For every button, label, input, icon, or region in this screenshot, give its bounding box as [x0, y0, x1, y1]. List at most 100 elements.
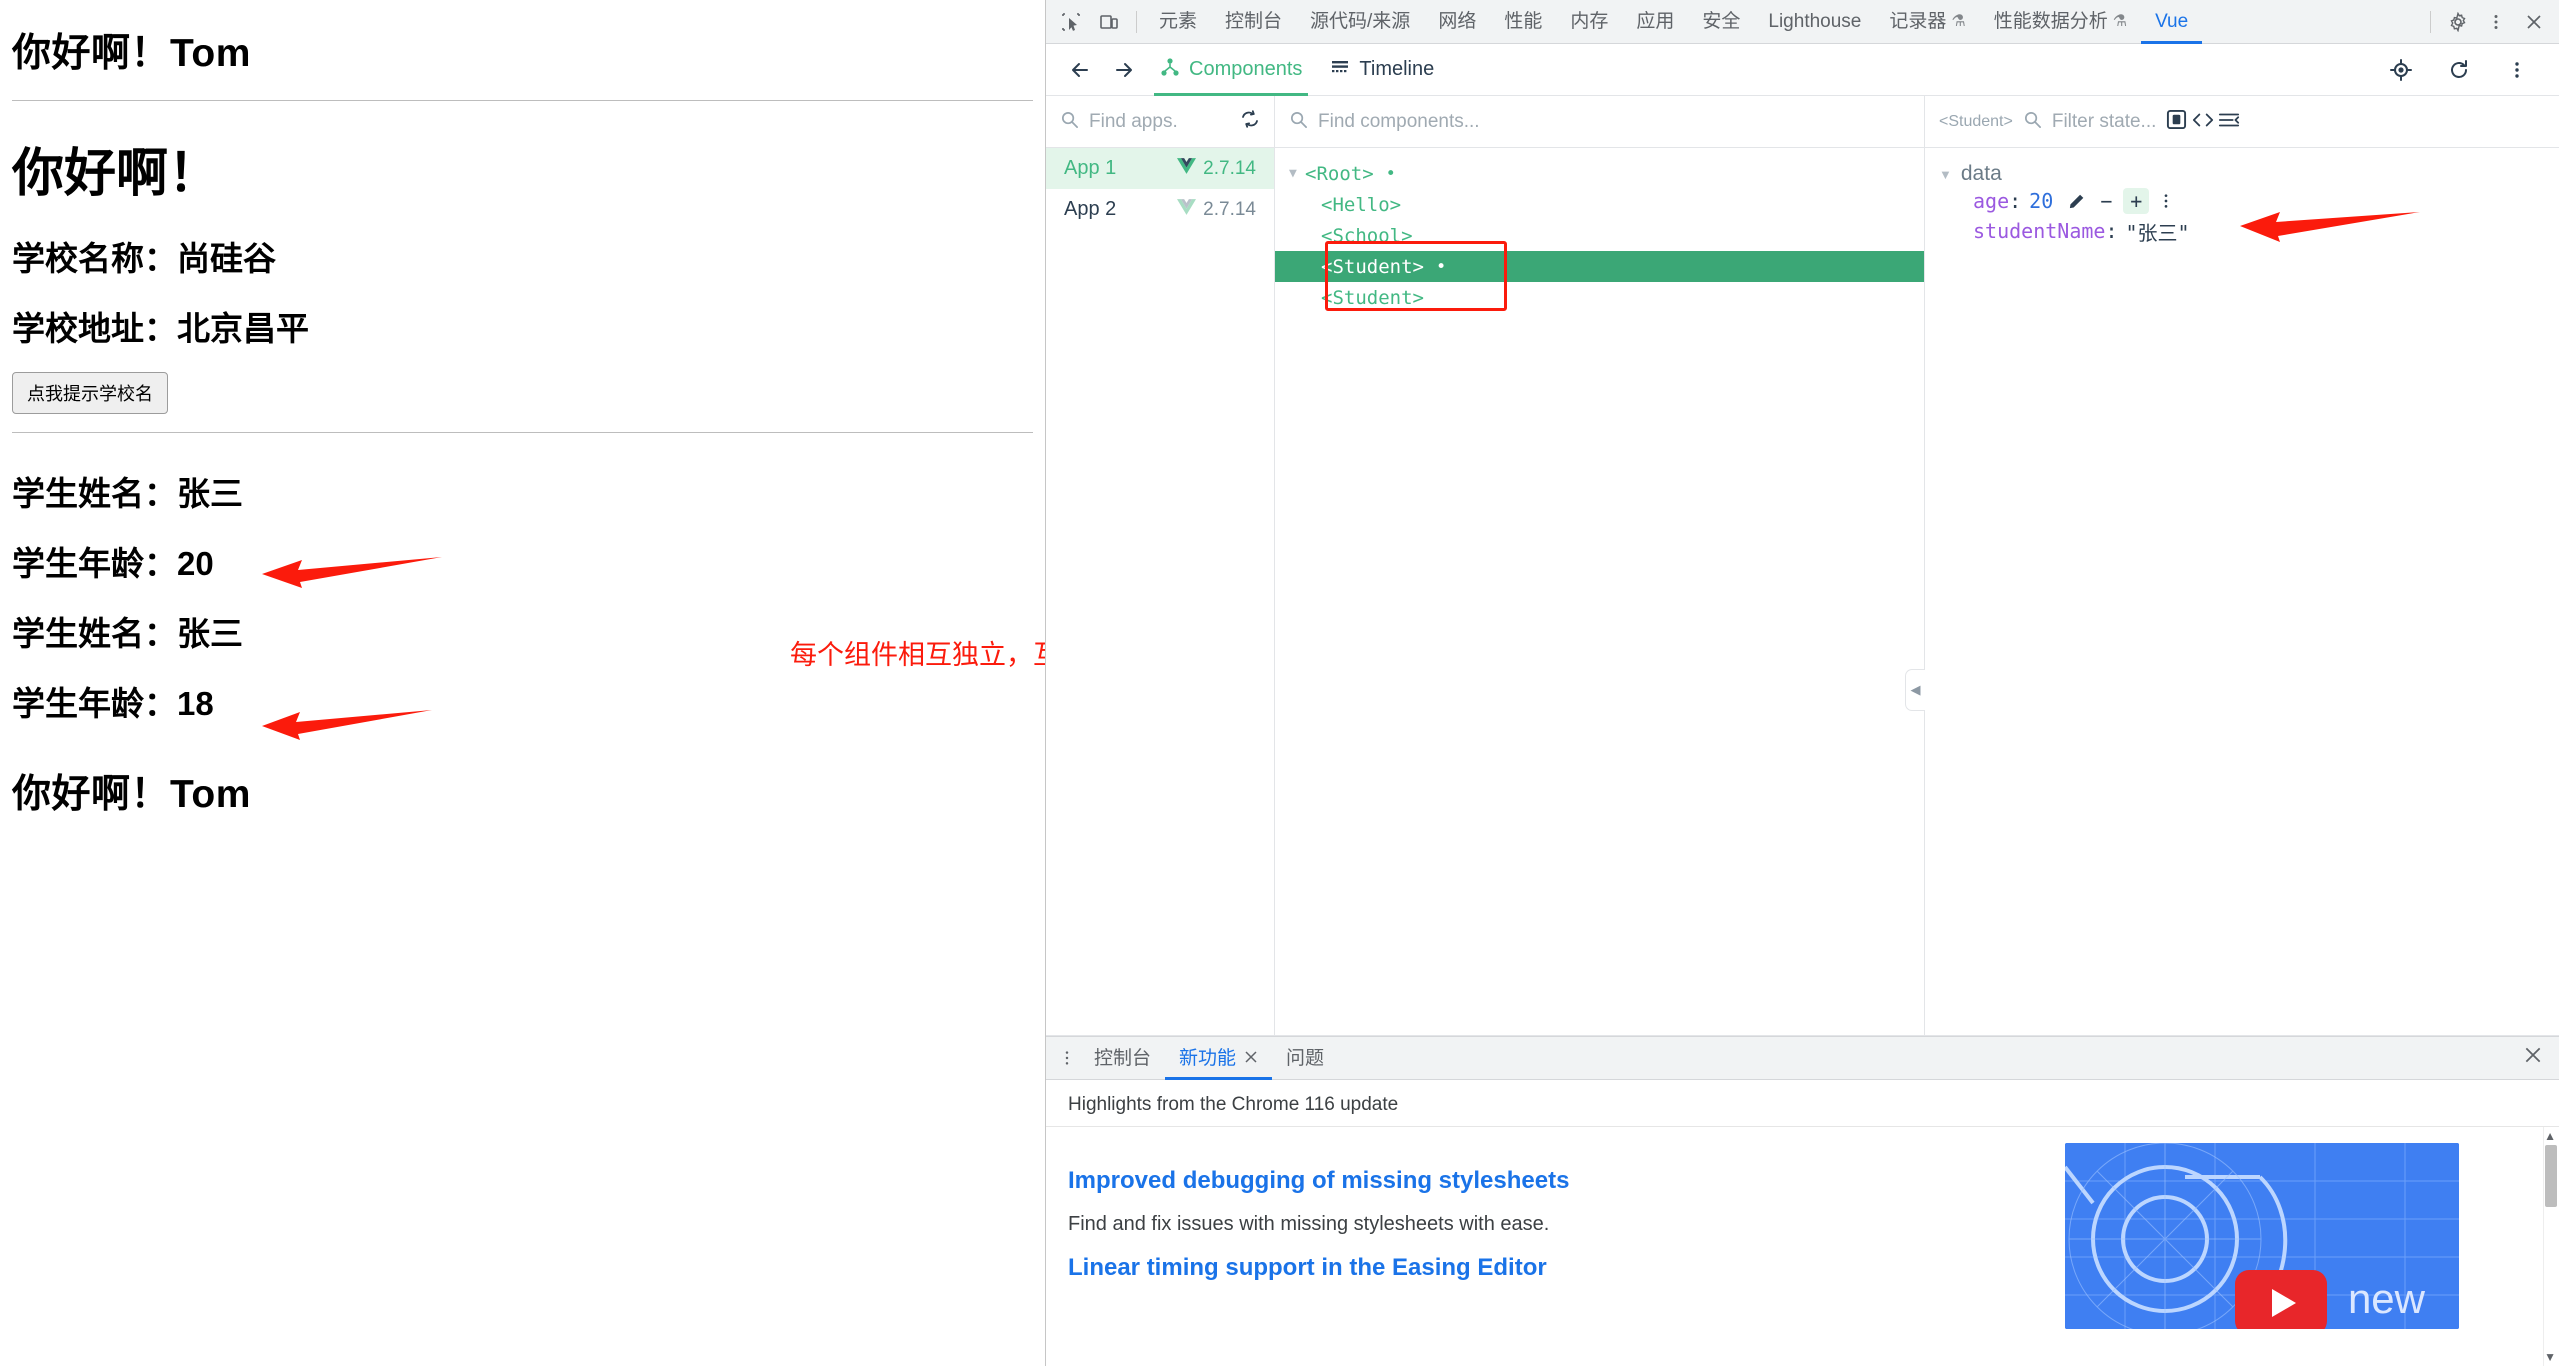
- flask-icon: ⚗: [1951, 12, 1966, 30]
- plus-icon[interactable]: +: [2123, 188, 2150, 214]
- find-apps-searchbar[interactable]: Find apps.: [1046, 96, 1274, 148]
- chevron-down-icon[interactable]: ▼: [1289, 166, 1305, 181]
- tab-security[interactable]: 安全: [1688, 0, 1754, 44]
- state-tree: ▼ data age : 20 − + studentName: "张三": [1925, 148, 2559, 246]
- code-icon[interactable]: [2192, 113, 2218, 134]
- drawer-scrollbar[interactable]: ▲ ▼: [2543, 1127, 2559, 1366]
- screenshot-icon[interactable]: [2166, 109, 2191, 134]
- whats-new-thumbnail-label: new: [2347, 1275, 2425, 1322]
- component-tree: ▼ <Root> • <Hello> <School> <Student> •: [1275, 148, 1924, 313]
- tree-node-label: <School>: [1321, 224, 1413, 247]
- tab-label: 安全: [1702, 10, 1741, 32]
- tab-memory[interactable]: 内存: [1556, 0, 1622, 44]
- youtube-play-icon[interactable]: [2235, 1270, 2327, 1329]
- drawer-tab-label: 问题: [1286, 1047, 1325, 1069]
- tree-node-label: <Student>: [1321, 255, 1424, 278]
- tab-vue[interactable]: Vue: [2141, 0, 2202, 44]
- tree-node-label: <Hello>: [1321, 193, 1402, 216]
- tree-node-root[interactable]: ▼ <Root> •: [1275, 158, 1924, 189]
- find-apps-input[interactable]: Find apps.: [1089, 111, 1178, 133]
- vue-logo-icon: [1177, 198, 1197, 221]
- state-group-data[interactable]: ▼ data: [1939, 162, 2559, 186]
- filter-state-input[interactable]: Filter state...: [2052, 111, 2157, 133]
- scroll-down-icon[interactable]: ▼: [2544, 1350, 2556, 1364]
- whats-new-video-thumbnail[interactable]: new: [2065, 1143, 2459, 1329]
- close-icon[interactable]: [1244, 1037, 1258, 1080]
- gear-icon[interactable]: [2439, 3, 2477, 41]
- device-toolbar-icon[interactable]: [1090, 3, 1128, 41]
- layout-icon[interactable]: [2218, 113, 2240, 134]
- divider-2: [12, 432, 1033, 433]
- vue-toolbar: Components Timeline: [1046, 44, 2559, 96]
- devtools-panel: 元素 控制台 源代码/来源 网络 性能 内存 应用 安全 Lighthouse …: [1046, 0, 2559, 1366]
- more-vertical-icon[interactable]: [2495, 48, 2539, 92]
- more-vertical-icon[interactable]: [2477, 3, 2515, 41]
- state-key: studentName: [1973, 219, 2106, 243]
- divider-1: [12, 100, 1033, 101]
- find-components-input[interactable]: Find components...: [1318, 111, 1480, 133]
- vue-tab-components[interactable]: Components: [1146, 44, 1316, 96]
- tab-performance[interactable]: 性能: [1490, 0, 1556, 44]
- tab-label: 记录器: [1889, 10, 1947, 32]
- app-name: App 2: [1064, 198, 1117, 220]
- tab-label: 性能数据分析: [1993, 10, 2108, 32]
- tree-node-school[interactable]: <School>: [1275, 220, 1924, 251]
- state-group-label: data: [1960, 162, 2002, 185]
- refresh-icon[interactable]: [2437, 48, 2481, 92]
- more-vertical-icon[interactable]: [2153, 188, 2179, 214]
- tree-node-label: <Student>: [1321, 286, 1424, 309]
- toolbar-divider-2: [2430, 10, 2431, 33]
- scroll-up-icon[interactable]: ▲: [2544, 1129, 2556, 1143]
- state-value: 20: [2029, 189, 2054, 213]
- tree-node-label: <Root>: [1305, 162, 1374, 185]
- search-icon: [1289, 110, 1308, 134]
- app-version-text: 2.7.14: [1203, 198, 1256, 220]
- tab-label: 元素: [1159, 10, 1198, 32]
- tab-console[interactable]: 控制台: [1211, 0, 1296, 44]
- chevron-down-icon[interactable]: ▼: [1939, 167, 1952, 182]
- state-header: <Student> Filter state...: [1925, 96, 2559, 148]
- close-icon[interactable]: [2515, 3, 2553, 41]
- more-vertical-icon[interactable]: [1054, 1050, 1080, 1066]
- show-school-name-button[interactable]: 点我提示学校名: [12, 372, 168, 414]
- arrow-right-icon[interactable]: [1102, 48, 1146, 92]
- app-version: 2.7.14: [1177, 158, 1256, 180]
- timeline-icon: [1330, 57, 1350, 83]
- tab-elements[interactable]: 元素: [1145, 0, 1211, 44]
- vue-body: Find apps. App 1 2.7.14 App 2 2.7.14 Fin…: [1046, 96, 2559, 1036]
- tree-node-hello[interactable]: <Hello>: [1275, 189, 1924, 220]
- tab-performance-insights[interactable]: 性能数据分析 ⚗: [1980, 0, 2141, 44]
- vue-tab-timeline[interactable]: Timeline: [1316, 44, 1448, 96]
- app-item-1[interactable]: App 1 2.7.14: [1046, 148, 1274, 189]
- scrollbar-thumb[interactable]: [2545, 1145, 2557, 1207]
- tab-application[interactable]: 应用: [1622, 0, 1688, 44]
- student1-name: 学生姓名：张三: [12, 475, 243, 512]
- drawer-tab-console[interactable]: 控制台: [1080, 1037, 1165, 1080]
- apps-pane: Find apps. App 1 2.7.14 App 2 2.7.14: [1046, 96, 1275, 1035]
- app-name: App 1: [1064, 157, 1117, 179]
- refresh-apps-icon[interactable]: [1240, 109, 1260, 134]
- inspect-element-icon[interactable]: [1052, 3, 1090, 41]
- minus-icon[interactable]: −: [2093, 188, 2119, 214]
- tree-node-student-1[interactable]: <Student> •: [1275, 251, 1924, 282]
- find-components-searchbar[interactable]: Find components...: [1275, 96, 1924, 148]
- tab-recorder[interactable]: 记录器 ⚗: [1875, 0, 1979, 44]
- tab-label: Lighthouse: [1768, 10, 1862, 32]
- select-component-icon[interactable]: [2379, 48, 2423, 92]
- drawer-tab-issues[interactable]: 问题: [1272, 1037, 1338, 1080]
- tree-node-student-2[interactable]: <Student>: [1275, 282, 1924, 313]
- component-tree-pane: Find components... ▼ <Root> • <Hello> <S…: [1275, 96, 1925, 1035]
- tab-lighthouse[interactable]: Lighthouse: [1754, 0, 1875, 44]
- drawer-tab-whats-new[interactable]: 新功能: [1165, 1037, 1272, 1080]
- app-item-2[interactable]: App 2 2.7.14: [1046, 189, 1274, 230]
- state-key: age: [1973, 189, 2010, 213]
- devtools-toolbar: 元素 控制台 源代码/来源 网络 性能 内存 应用 安全 Lighthouse …: [1046, 0, 2559, 44]
- tab-sources[interactable]: 源代码/来源: [1296, 0, 1424, 44]
- collapse-left-icon[interactable]: ◀: [1905, 669, 1925, 711]
- arrow-left-icon[interactable]: [1058, 48, 1102, 92]
- render-dot-icon: •: [1435, 256, 1447, 277]
- pencil-icon[interactable]: [2063, 188, 2089, 214]
- tab-network[interactable]: 网络: [1424, 0, 1490, 44]
- tab-label: 内存: [1570, 10, 1609, 32]
- drawer-close-icon[interactable]: [2507, 1045, 2559, 1071]
